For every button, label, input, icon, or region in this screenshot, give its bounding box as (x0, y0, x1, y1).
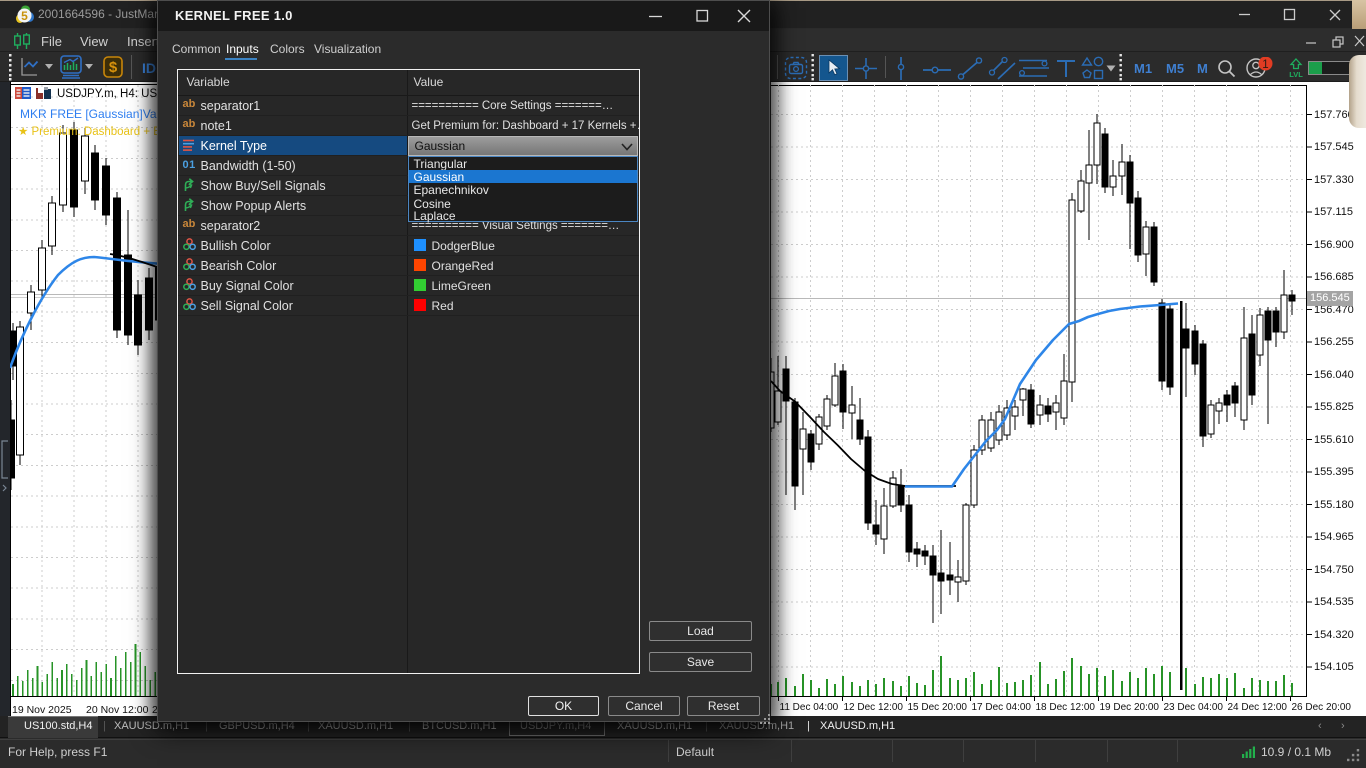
svg-text:$: $ (109, 59, 118, 76)
svg-text:LVL: LVL (1289, 70, 1303, 78)
svg-text:5: 5 (21, 9, 28, 23)
svg-text:1: 1 (1262, 59, 1268, 71)
